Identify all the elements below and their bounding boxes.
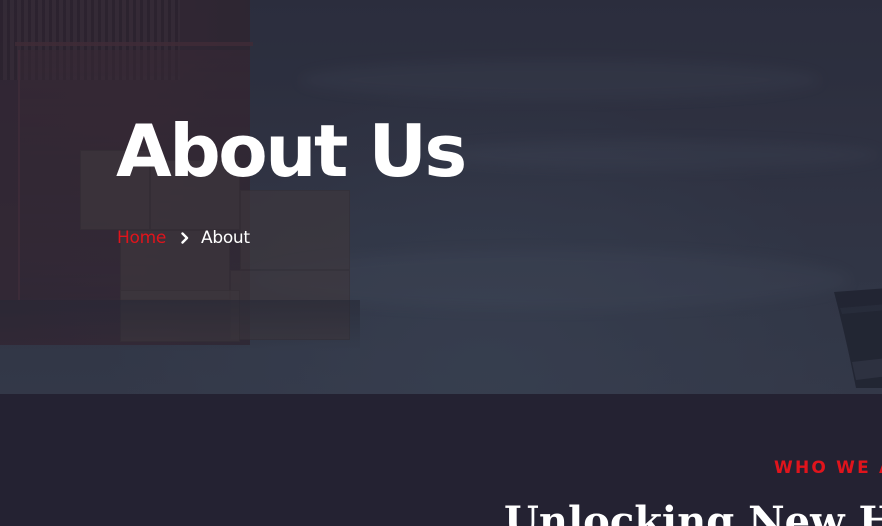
breadcrumb-home-link[interactable]: Home — [117, 227, 166, 249]
breadcrumb: Home About — [117, 227, 250, 249]
section-heading: Unlocking New Horizons — [504, 498, 882, 526]
page-title: About Us — [116, 109, 467, 193]
about-section: WHO WE ARE Unlocking New Horizons — [0, 394, 882, 526]
hero-banner: About Us Home About — [0, 0, 882, 394]
chevron-right-icon — [180, 232, 190, 244]
breadcrumb-current: About — [201, 228, 250, 248]
section-eyebrow: WHO WE ARE — [774, 458, 882, 478]
hero-overlay — [0, 0, 882, 394]
